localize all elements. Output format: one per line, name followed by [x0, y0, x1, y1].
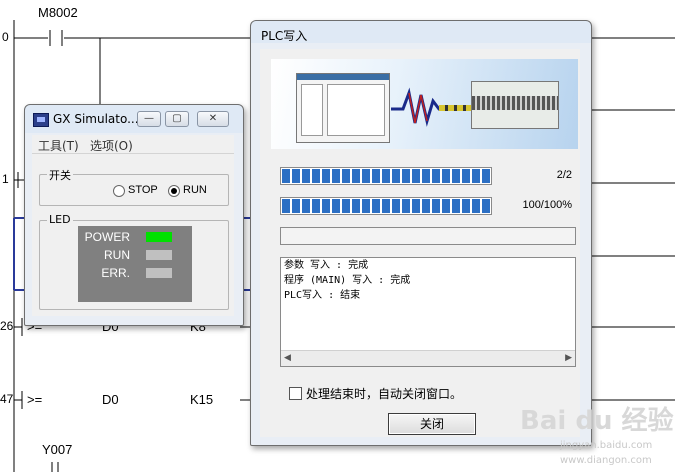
scroll-left-icon[interactable]: ◀: [284, 353, 291, 363]
led-label-run: RUN: [104, 248, 130, 262]
horizontal-scrollbar[interactable]: ◀ ▶: [281, 350, 575, 366]
row-number: 1: [2, 172, 9, 186]
gx-simulator-window: GX Simulato... — ▢ ✕ 工具(T) 选项(O) 开关 STOP…: [24, 104, 244, 326]
row-number: 0: [2, 30, 9, 44]
menu-options[interactable]: 选项(O): [90, 137, 133, 154]
row-number: 26: [0, 319, 14, 333]
log-line: PLC写入 : 结束: [284, 290, 361, 301]
log-output[interactable]: 参数 写入 : 完成 程序 (MAIN) 写入 : 完成 PLC写入 : 结束 …: [280, 257, 576, 367]
cable-icon: [439, 105, 473, 111]
minimize-button[interactable]: —: [137, 111, 161, 127]
transfer-illustration: [271, 59, 578, 149]
run-radio[interactable]: [168, 185, 180, 197]
compare-operand: K15: [190, 392, 214, 407]
led-label-power: POWER: [84, 230, 130, 244]
progress-bar-empty: [280, 227, 576, 245]
computer-screen-icon: [296, 73, 390, 143]
dialog-body: 2/2 100/100% 参数 写入 : 完成 程序 (MAIN) 写入 : 完…: [260, 49, 580, 437]
menu-bar: 工具(T) 选项(O): [32, 135, 234, 154]
scroll-right-icon[interactable]: ▶: [565, 353, 572, 363]
auto-close-checkbox[interactable]: [289, 387, 302, 400]
led-group-label: LED: [47, 213, 73, 226]
progress-bar-percent: [280, 197, 492, 215]
watermark-url: www.diangon.com: [560, 455, 652, 466]
compare-operand: D0: [102, 392, 119, 407]
mode-group-label: 开关: [47, 167, 73, 183]
led-label-err: ERR.: [101, 266, 130, 280]
close-window-button[interactable]: ✕: [197, 111, 229, 127]
contact-label: M8002: [38, 5, 78, 20]
led-panel: POWER RUN ERR.: [78, 226, 192, 302]
watermark-logo: Bai du 经验: [520, 406, 674, 436]
error-led: [146, 268, 172, 278]
app-icon: [33, 113, 49, 127]
run-led: [146, 250, 172, 260]
run-label: RUN: [183, 184, 207, 196]
stop-radio[interactable]: [113, 185, 125, 197]
auto-close-label: 处理结束时，自动关闭窗口。: [306, 387, 463, 401]
log-line: 程序 (MAIN) 写入 : 完成: [284, 275, 411, 286]
close-button[interactable]: 关闭: [388, 413, 476, 435]
progress-bar-steps: [280, 167, 492, 185]
maximize-button[interactable]: ▢: [165, 111, 189, 127]
compare-op: >=: [27, 392, 43, 407]
simulator-body: 开关 STOP RUN LED POWER RUN ERR.: [32, 154, 234, 316]
progress-percent-label: 100/100%: [522, 199, 572, 211]
mode-group: 开关 STOP RUN: [39, 167, 229, 206]
plc-device-icon: [471, 81, 559, 129]
dialog-title: PLC写入: [261, 29, 308, 43]
watermark-url: jingyan.baidu.com: [560, 440, 653, 451]
power-led: [146, 232, 172, 242]
menu-tools[interactable]: 工具(T): [38, 137, 79, 154]
progress-steps-label: 2/2: [556, 169, 572, 181]
window-title: GX Simulato...: [53, 112, 139, 126]
log-line: 参数 写入 : 完成: [284, 260, 369, 271]
stop-label: STOP: [128, 184, 158, 196]
plc-write-dialog: PLC写入 2/2 100/100% 参数 写入 : 完成 程序 (MAIN) …: [250, 20, 592, 446]
output-label: Y007: [42, 442, 73, 457]
row-number: 47: [0, 392, 14, 406]
